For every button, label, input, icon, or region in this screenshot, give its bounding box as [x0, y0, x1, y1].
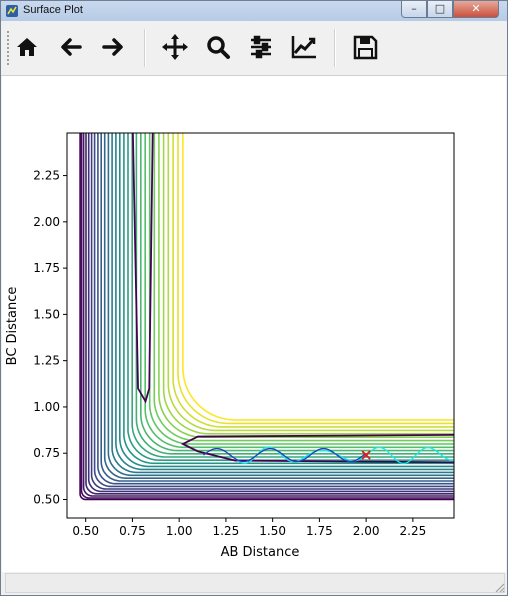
- contour-line: [162, 133, 454, 435]
- status-bar: [5, 573, 505, 593]
- y-tick-label: 1.75: [33, 261, 60, 275]
- app-icon: [6, 5, 18, 17]
- contour-line: [182, 133, 454, 421]
- zoom-magnifier-icon: [207, 36, 230, 59]
- toolbar-separator: [334, 29, 336, 67]
- save-floppy-icon: [353, 35, 378, 60]
- contour-line: [115, 133, 454, 471]
- contour-line: [153, 133, 454, 442]
- x-tick-label: 0.75: [119, 524, 146, 538]
- y-tick-label: 2.00: [33, 215, 60, 229]
- y-tick-label: 1.00: [33, 400, 60, 414]
- contour-line: [180, 433, 454, 464]
- resize-grip-icon[interactable]: [495, 583, 505, 593]
- zoom-button[interactable]: [202, 31, 234, 63]
- x-tick-label: 2.00: [353, 524, 380, 538]
- minimize-icon: –: [411, 2, 417, 15]
- title-bar[interactable]: Surface Plot – □ ✕: [1, 1, 507, 21]
- contour-line: [131, 133, 454, 458]
- save-button[interactable]: [349, 31, 381, 63]
- toolbar: [1, 21, 507, 76]
- contour-line: [127, 133, 454, 462]
- maximize-icon: □: [434, 2, 446, 15]
- forward-arrow-icon: [102, 38, 123, 56]
- pan-button[interactable]: [159, 31, 191, 63]
- close-button[interactable]: ✕: [453, 1, 499, 18]
- contour-lines: [79, 133, 454, 501]
- y-tick-label: 1.25: [33, 354, 60, 368]
- home-icon: [17, 38, 37, 56]
- x-axis-label: AB Distance: [221, 545, 300, 560]
- back-arrow-icon: [61, 38, 82, 56]
- contour-line: [144, 133, 454, 449]
- y-tick-label: 0.50: [33, 492, 60, 506]
- edit-axes-button[interactable]: [288, 31, 320, 63]
- maximize-button[interactable]: □: [427, 1, 453, 18]
- configure-subplots-button[interactable]: [245, 31, 277, 63]
- x-tick-label: 1.25: [213, 524, 240, 538]
- subplots-sliders-icon: [251, 35, 271, 59]
- app-window: Surface Plot – □ ✕ 0.50 0.75 1.00 1.25 1…: [0, 0, 508, 596]
- contour-line: [172, 133, 454, 428]
- toolbar-separator: [144, 29, 146, 67]
- y-tick-label: 1.50: [33, 307, 60, 321]
- contour-line: [167, 133, 454, 432]
- y-tick-label: 0.75: [33, 446, 60, 460]
- contour-line: [177, 133, 454, 425]
- forward-button[interactable]: [97, 31, 129, 63]
- pan-move-icon: [162, 34, 188, 60]
- y-axis-label: BC Distance: [5, 287, 20, 366]
- figure-canvas[interactable]: 0.50 0.75 1.00 1.25 1.50 1.75 2.00 2.25 0.50 0.75…: [2, 76, 506, 572]
- contour-plot: 0.50 0.75 1.00 1.25 1.50 1.75 2.00 2.25 0.50 0.75…: [5, 132, 455, 560]
- x-tick-label: 0.50: [72, 524, 99, 538]
- y-tick-label: 2.25: [33, 169, 60, 183]
- back-button[interactable]: [55, 31, 87, 63]
- contour-line: [158, 133, 454, 439]
- x-tick-label: 1.00: [166, 524, 193, 538]
- contour-line: [100, 133, 454, 482]
- x-tick-label: 1.75: [306, 524, 333, 538]
- close-icon: ✕: [471, 2, 481, 15]
- edit-curves-icon: [291, 36, 316, 59]
- contour-line: [140, 133, 454, 452]
- x-tick-label: 1.50: [259, 524, 286, 538]
- home-button[interactable]: [11, 31, 43, 63]
- x-tick-label: 2.25: [400, 524, 427, 538]
- contour-line: [148, 133, 454, 445]
- window-title: Surface Plot: [23, 4, 83, 16]
- minimize-button[interactable]: –: [401, 1, 427, 18]
